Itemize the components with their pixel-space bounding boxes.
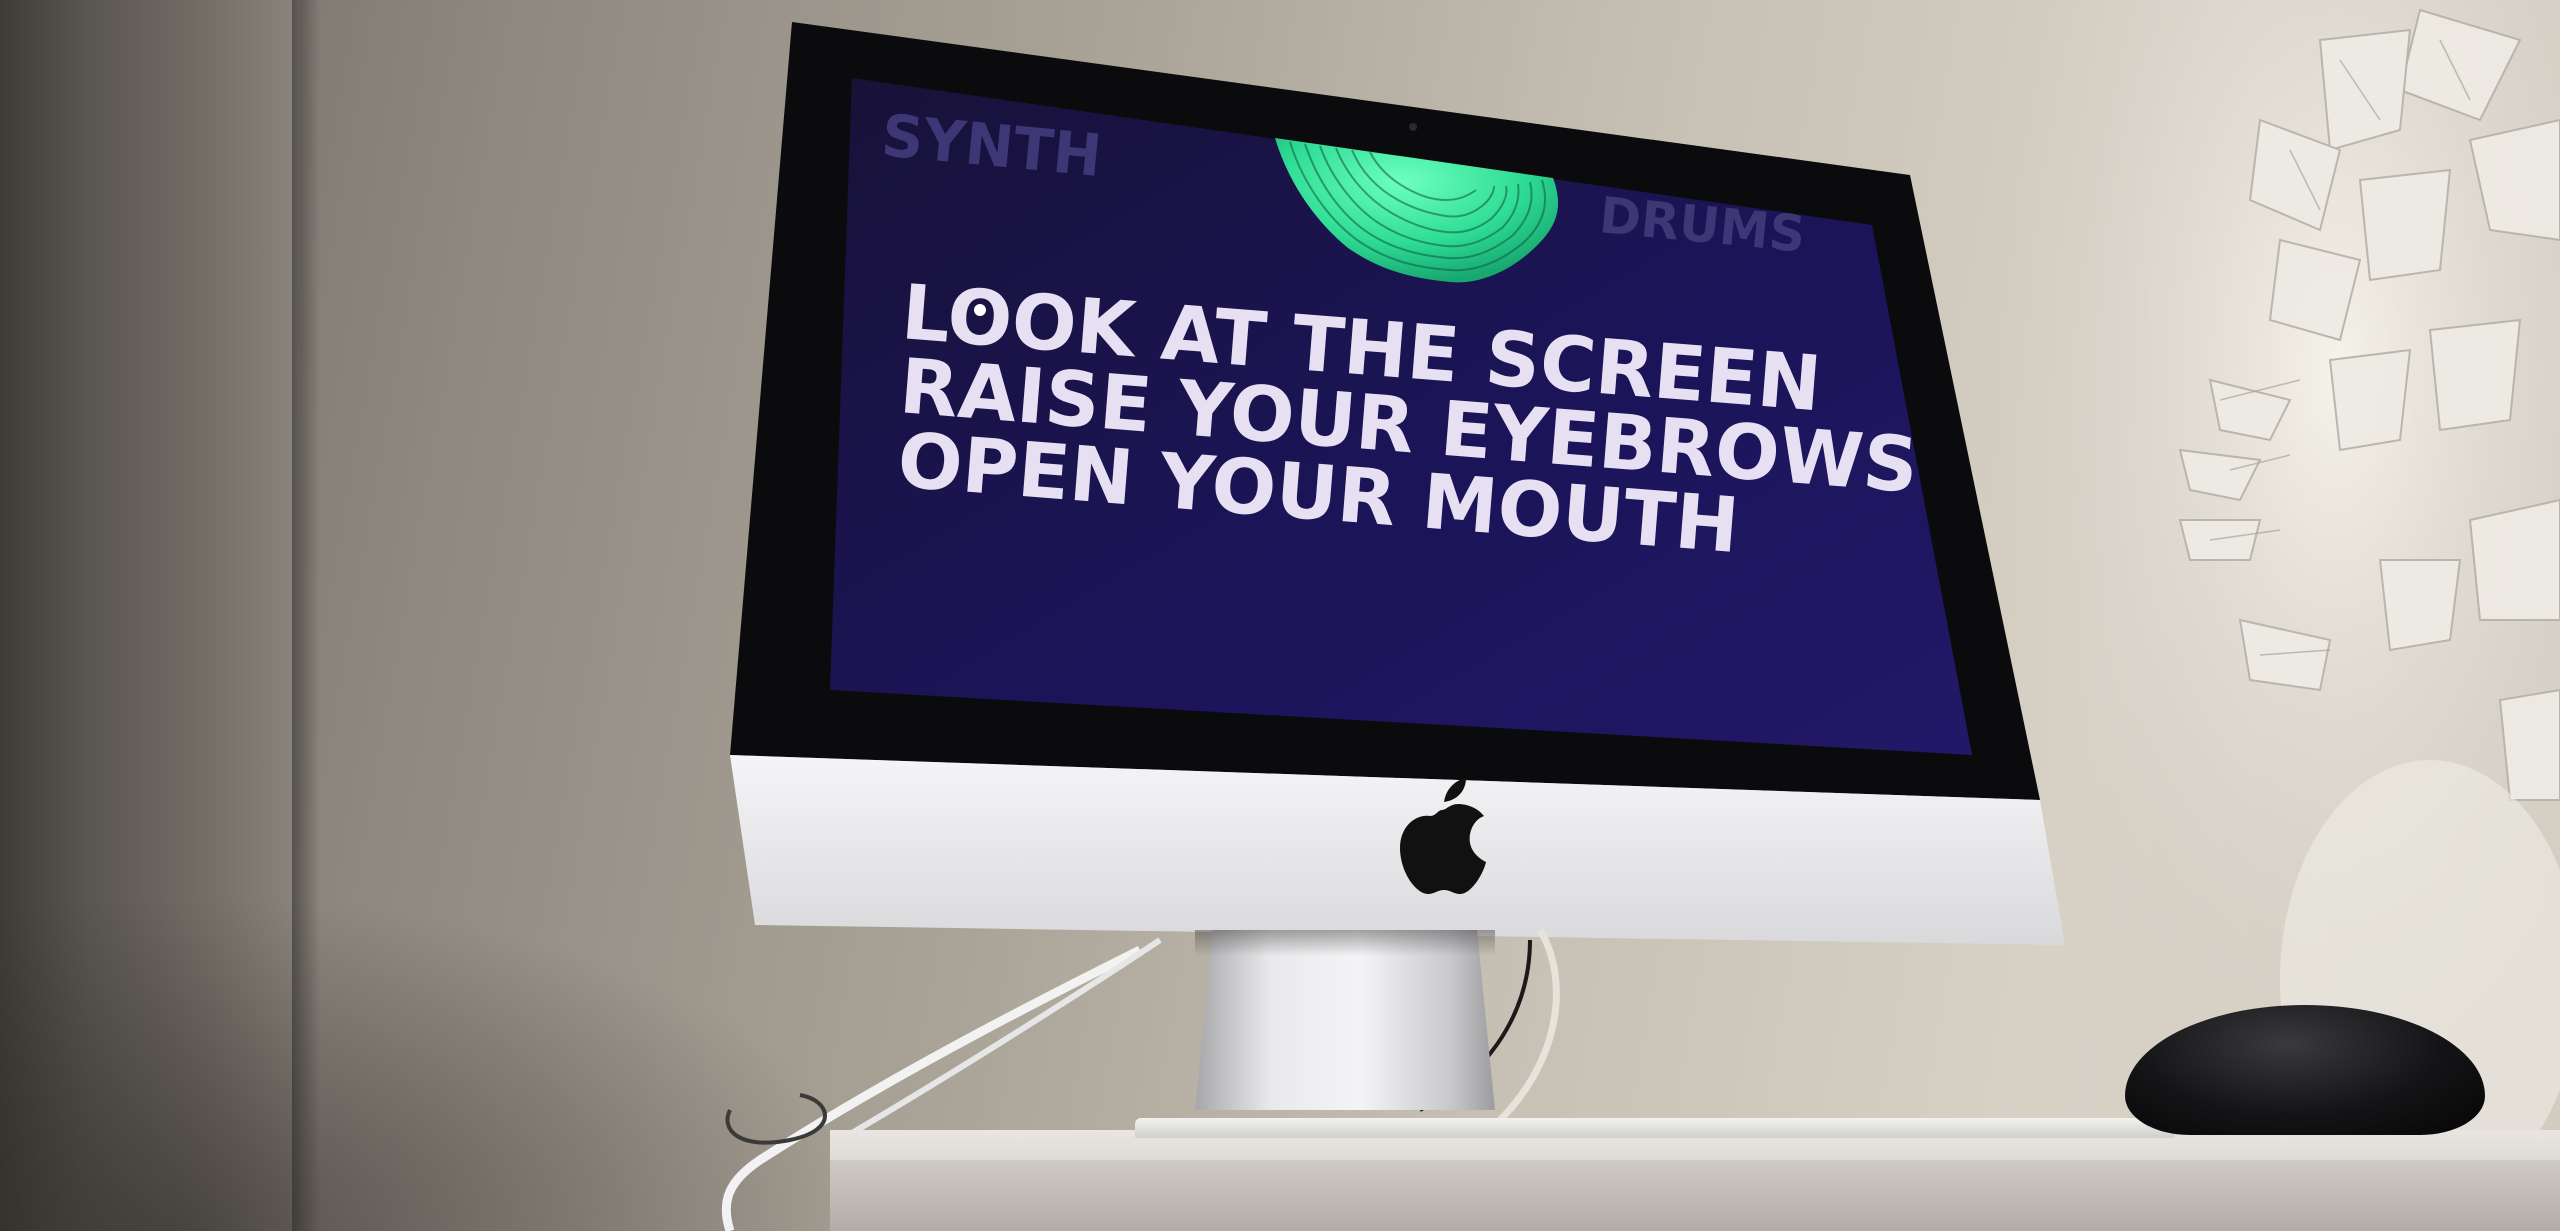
imac-computer: SYNTH DRUMS LOOK AT THE SCREEN RAISE YOU… bbox=[730, 20, 2070, 980]
photo-scene: SYNTH DRUMS LOOK AT THE SCREEN RAISE YOU… bbox=[0, 0, 2560, 1231]
camera-dot bbox=[1409, 123, 1417, 131]
imac-stand bbox=[1195, 930, 1495, 1110]
stand-shadow bbox=[1195, 930, 1495, 956]
keyboard[interactable] bbox=[1135, 1118, 2175, 1138]
table-front-edge bbox=[830, 1160, 2560, 1231]
